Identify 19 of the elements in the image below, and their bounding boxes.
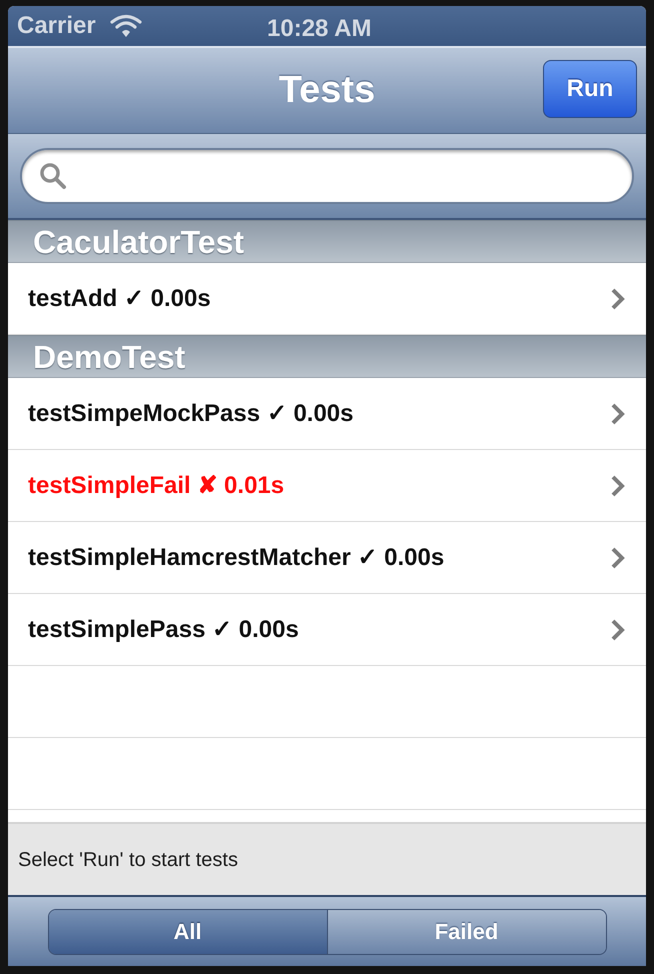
filter-tab[interactable]: All [48, 910, 326, 954]
run-button[interactable]: Run [543, 60, 637, 118]
section-header: DemoTest [8, 335, 646, 378]
disclosure-chevron-icon [611, 546, 625, 568]
disclosure-chevron-icon [611, 402, 625, 424]
wifi-icon [110, 14, 142, 38]
search-icon [39, 162, 67, 190]
time-label: 10:28 AM [267, 14, 372, 44]
carrier-label: Carrier [17, 11, 96, 41]
disclosure-chevron-icon [611, 618, 625, 640]
disclosure-chevron-icon [611, 288, 625, 310]
status-message: Select 'Run' to start tests [18, 848, 238, 872]
disclosure-chevron-icon [611, 474, 625, 496]
test-row[interactable]: testSimpleHamcrestMatcher ✓ 0.00s [8, 522, 646, 594]
section-header: CaculatorTest [8, 220, 646, 263]
test-row[interactable]: testSimplePass ✓ 0.00s [8, 594, 646, 666]
nav-title: Tests [278, 68, 376, 113]
test-row[interactable]: testSimpleFail ✘ 0.01s [8, 450, 646, 522]
test-row[interactable]: testSimpeMockPass ✓ 0.00s [8, 378, 646, 450]
